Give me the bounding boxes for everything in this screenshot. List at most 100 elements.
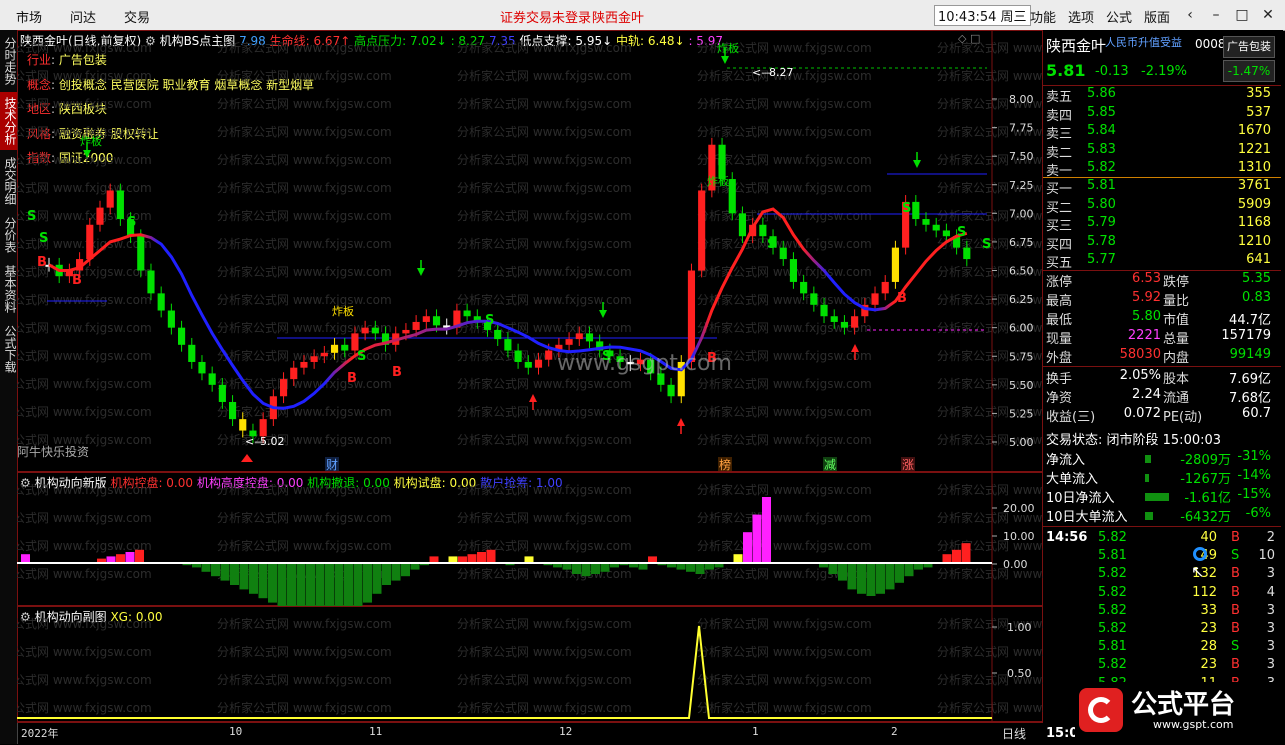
stat-value: 0.072 bbox=[1123, 406, 1161, 421]
sub1-bar bbox=[942, 554, 952, 563]
watermark-layer: 分析家公式网 www.fxjgsw.com 分析家公式网 www.fxjgsw.c… bbox=[17, 40, 1043, 447]
event-tag-rise[interactable]: 涨 bbox=[902, 457, 914, 472]
ask-label: 卖四 bbox=[1046, 108, 1073, 124]
candle-body bbox=[167, 310, 175, 328]
candle-body bbox=[116, 190, 124, 220]
candle-body bbox=[330, 344, 339, 353]
flow-pct: -14% bbox=[1237, 468, 1271, 483]
watermark-text: 分析家公式网 www.fxjgsw.com bbox=[697, 264, 872, 279]
watermark-text: 分析家公式网 www.fxjgsw.com bbox=[457, 180, 632, 195]
sub1-bar bbox=[230, 563, 239, 585]
menu-layout[interactable]: 版面 bbox=[1144, 7, 1170, 26]
watermark-text: 分析家公式网 www.fxjgsw.com bbox=[217, 672, 392, 687]
trade-status: 交易状态: 闭市阶段 15:00:03 bbox=[1046, 433, 1222, 448]
watermark-text: 分析家公式网 www.fxjgsw.com bbox=[17, 180, 152, 195]
watermark-text: 分析家公式网 www.fxjgsw.com bbox=[17, 68, 152, 83]
watermark-text: 分析家公式网 www.fxjgsw.com bbox=[217, 180, 392, 195]
sub2-line-chart[interactable]: 分析家公式网 www.fxjgsw.com 分析家公式网 www.fxjgsw.c… bbox=[17, 606, 1043, 722]
bid-price: 5.81 bbox=[1087, 178, 1116, 193]
event-tag-reduce[interactable]: 减 bbox=[824, 458, 836, 472]
sub1-bar bbox=[876, 563, 885, 594]
mouse-cursor-icon: ↖ bbox=[1191, 562, 1205, 581]
quote-badge[interactable]: 人民币升值受益 bbox=[1105, 34, 1182, 50]
flow-pct: -31% bbox=[1237, 449, 1271, 464]
tab-trades[interactable]: 成交明细 bbox=[0, 152, 17, 210]
y-tick-label: 6.25 bbox=[1009, 293, 1034, 306]
stat-label: 涨停 bbox=[1046, 275, 1073, 290]
y-tick-label: 6.00 bbox=[1009, 322, 1034, 335]
tick-price: 5.81 bbox=[1098, 548, 1127, 564]
event-tag-finance[interactable]: 财 bbox=[326, 458, 338, 472]
tab-technical[interactable]: 技术分析 bbox=[0, 92, 17, 150]
flow-value: -6432万 bbox=[1180, 510, 1231, 525]
watermark-text: 分析家公式网 www.fxjgsw.com bbox=[217, 96, 392, 111]
candle-body bbox=[667, 384, 675, 397]
stat-value: 6.53 bbox=[1132, 271, 1161, 286]
watermark-text: 分析家公式网 www.fxjgsw.com bbox=[217, 68, 392, 83]
watermark-text: 分析家公式网 www.fxjgsw.com bbox=[697, 700, 872, 715]
minimize-icon[interactable]: – bbox=[1206, 5, 1226, 25]
close-icon[interactable]: ✕ bbox=[1258, 5, 1278, 25]
tick-row: 5.82 132 B 3 bbox=[1043, 566, 1277, 585]
y-tick-label: 10.00 bbox=[1003, 530, 1035, 543]
bid-row: 买二 5.80 5909 bbox=[1043, 197, 1277, 216]
maximize-icon[interactable]: □ bbox=[1232, 5, 1252, 25]
down-arrow-icon bbox=[417, 268, 425, 276]
candle-body bbox=[239, 419, 247, 431]
menu-function[interactable]: 功能 bbox=[1030, 7, 1056, 26]
tab-intraday[interactable]: 分时走势 bbox=[0, 32, 17, 90]
sub1-bar bbox=[325, 563, 334, 606]
event-tag-rank[interactable]: 榜 bbox=[719, 457, 731, 472]
menu-formula[interactable]: 公式 bbox=[1106, 7, 1132, 26]
tab-price-table[interactable]: 分价表 bbox=[0, 212, 17, 258]
watermark-text: 分析家公式网 www.fxjgsw.com bbox=[457, 700, 632, 715]
watermark-text: 分析家公式网 www.fxjgsw.com bbox=[697, 376, 872, 391]
watermark-text: 分析家公式网 www.fxjgsw.com bbox=[697, 96, 872, 111]
current-stock-name: 陕西金叶 bbox=[592, 11, 645, 26]
candlestick-chart[interactable]: 分析家公式网 www.fxjgsw.com 分析家公式网 www.fxjgsw.c… bbox=[17, 30, 1043, 472]
menu-options[interactable]: 选项 bbox=[1068, 7, 1094, 26]
quote-code: 0008 bbox=[1195, 37, 1226, 51]
tick-price: 5.82 bbox=[1098, 602, 1127, 618]
y-tick-label: 0.50 bbox=[1007, 667, 1032, 680]
sub1-bar-chart[interactable]: 分析家公式网 www.fxjgsw.com 分析家公式网 www.fxjgsw.c… bbox=[17, 472, 1043, 606]
x-tick: 1 bbox=[752, 725, 759, 738]
ask-price: 5.85 bbox=[1087, 104, 1116, 120]
stat-label: 流通 bbox=[1163, 391, 1190, 406]
period-selector[interactable]: 日线 bbox=[1002, 725, 1026, 742]
menu-trade[interactable]: 交易 bbox=[124, 7, 150, 26]
sector-button[interactable]: 广告包装 bbox=[1223, 36, 1275, 58]
candle-body bbox=[718, 144, 726, 180]
stat-label: 量比 bbox=[1163, 294, 1190, 309]
ask-row: 卖三 5.84 1670 bbox=[1043, 123, 1277, 142]
sub1-bar bbox=[600, 563, 610, 572]
zhaban-label-1: 炸板 bbox=[80, 134, 102, 148]
bid-row: 买一 5.81 3761 bbox=[1043, 178, 1277, 197]
watermark-text: 分析家公式网 www.fxjgsw.com bbox=[457, 432, 632, 447]
candle-body bbox=[228, 401, 237, 420]
watermark-text: 分析家公式网 www.fxjgsw.com bbox=[17, 236, 152, 251]
sub1-bar bbox=[828, 563, 838, 574]
back-icon[interactable]: ‹ bbox=[1180, 5, 1200, 25]
login-notice[interactable]: 证券交易未登录 bbox=[500, 7, 591, 26]
sub1-bar bbox=[467, 554, 477, 563]
watermark-text: 分析家公式网 www.fxjgsw.com bbox=[457, 152, 632, 167]
tick-count: 10 bbox=[1258, 548, 1275, 564]
tab-fundamentals[interactable]: 基本资料 bbox=[0, 260, 17, 318]
menu-market[interactable]: 市场 bbox=[16, 7, 42, 26]
menu-wenda[interactable]: 问达 bbox=[70, 7, 96, 26]
sub1-bar bbox=[21, 554, 30, 563]
ask-volume: 537 bbox=[1246, 104, 1271, 120]
sub1-bar bbox=[961, 543, 971, 563]
stat-value: 60.7 bbox=[1242, 406, 1271, 421]
sub1-bar bbox=[572, 563, 581, 574]
watermark-text: 分析家公式网 www.fxjgsw.com bbox=[217, 292, 392, 307]
candle-body bbox=[371, 327, 379, 334]
tick-count: 3 bbox=[1266, 639, 1275, 655]
tick-side: S bbox=[1231, 639, 1240, 655]
flow-value: -1267万 bbox=[1180, 472, 1231, 487]
tab-formula-download[interactable]: 公式下载 bbox=[0, 320, 17, 378]
candle-body bbox=[402, 329, 410, 334]
watermark-text: 分析家公式网 www.fxjgsw.com bbox=[457, 644, 632, 659]
candle-body bbox=[891, 247, 899, 282]
